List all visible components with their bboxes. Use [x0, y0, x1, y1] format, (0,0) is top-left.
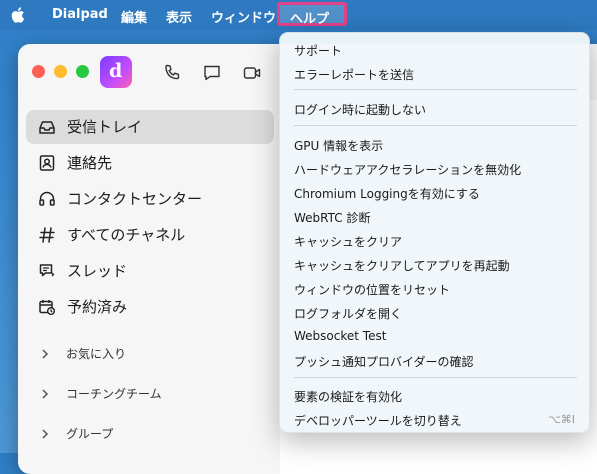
sidebar-item-inbox[interactable]: 受信トレイ	[26, 110, 274, 144]
menu-app-name[interactable]: Dialpad	[52, 7, 108, 22]
thread-icon	[39, 264, 55, 277]
group-groups[interactable]: グループ	[26, 420, 274, 450]
sidebar-item-all-channels[interactable]: すべてのチャネル	[26, 218, 274, 252]
menu-item-reset-window-position[interactable]: ウィンドウの位置をリセット	[294, 281, 450, 298]
menu-item-toggle-devtools[interactable]: デベロッパーツールを切り替え	[294, 412, 462, 429]
menu-item-clear-cache[interactable]: キャッシュをクリア	[294, 233, 402, 250]
dialpad-logo: d	[100, 56, 132, 88]
menu-item-gpu-info[interactable]: GPU 情報を表示	[294, 137, 383, 154]
menu-help-label: ヘルプ	[290, 12, 330, 27]
menu-item-clear-cache-restart[interactable]: キャッシュをクリアしてアプリを再起動	[294, 257, 510, 274]
menu-item-support[interactable]: サポート	[294, 42, 342, 59]
hash-icon	[39, 227, 55, 243]
menu-item-disable-hw-acceleration[interactable]: ハードウェアアクセラレーションを無効化	[294, 161, 521, 178]
sidebar-item-label: 予約済み	[67, 298, 128, 316]
menu-view[interactable]: 表示	[166, 7, 192, 26]
sidebar-item-contact-center[interactable]: コンタクトセンター	[26, 182, 274, 216]
phone-icon[interactable]	[162, 63, 182, 83]
sidebar-item-label: コンタクトセンター	[67, 190, 203, 208]
group-coaching-team[interactable]: コーチングチーム	[26, 380, 274, 410]
menu-item-enable-chromium-logging[interactable]: Chromium Loggingを有効にする	[294, 185, 480, 202]
message-icon[interactable]	[202, 63, 222, 83]
menu-bar: Dialpad 編集 表示 ウィンドウ ヘルプ	[0, 0, 597, 30]
close-window-button[interactable]	[32, 65, 45, 78]
menu-separator	[294, 125, 577, 126]
group-favorites[interactable]: お気に入り	[26, 340, 274, 370]
help-menu: サポート エラーレポートを送信 ログイン時に起動しない GPU 情報を表示 ハー…	[279, 32, 590, 433]
sidebar-item-label: すべてのチャネル	[67, 226, 186, 244]
menu-item-push-provider-check[interactable]: プッシュ通知プロバイダーの確認	[294, 353, 474, 370]
menu-separator	[294, 89, 577, 90]
video-icon[interactable]	[242, 63, 262, 83]
zoom-window-button[interactable]	[76, 65, 89, 78]
menu-item-websocket-test[interactable]: Websocket Test	[294, 329, 386, 343]
group-label: グループ	[66, 427, 114, 441]
sidebar-item-label: 連絡先	[67, 154, 113, 172]
inbox-icon	[39, 121, 55, 134]
scheduled-icon	[39, 300, 55, 315]
contacts-icon	[39, 155, 55, 171]
menu-window[interactable]: ウィンドウ	[211, 7, 276, 26]
menu-item-open-log-folder[interactable]: ログフォルダを開く	[294, 305, 402, 322]
chevron-right-icon	[42, 349, 49, 359]
menu-item-dont-launch-at-login[interactable]: ログイン時に起動しない	[294, 101, 426, 118]
menu-item-enable-inspect-element[interactable]: 要素の検証を有効化	[294, 388, 402, 405]
headset-icon	[39, 191, 55, 206]
group-label: お気に入り	[66, 347, 127, 361]
chevron-right-icon	[42, 389, 49, 399]
menu-item-webrtc-diagnostics[interactable]: WebRTC 診断	[294, 209, 370, 226]
devtools-shortcut: ⌥⌘I	[548, 413, 575, 426]
menu-item-send-error-report[interactable]: エラーレポートを送信	[294, 66, 414, 83]
sidebar-item-threads[interactable]: スレッド	[26, 254, 274, 288]
minimize-window-button[interactable]	[54, 65, 67, 78]
menu-separator	[294, 377, 577, 378]
sidebar-item-scheduled[interactable]: 予約済み	[26, 290, 274, 324]
sidebar-item-contacts[interactable]: 連絡先	[26, 146, 274, 180]
group-label: コーチングチーム	[66, 387, 162, 401]
menu-help[interactable]: ヘルプ	[277, 2, 347, 27]
sidebar-item-label: 受信トレイ	[67, 118, 143, 136]
menu-edit[interactable]: 編集	[121, 7, 147, 26]
sidebar-item-label: スレッド	[67, 262, 128, 280]
apple-icon[interactable]	[11, 6, 27, 24]
chevron-right-icon	[42, 429, 49, 439]
